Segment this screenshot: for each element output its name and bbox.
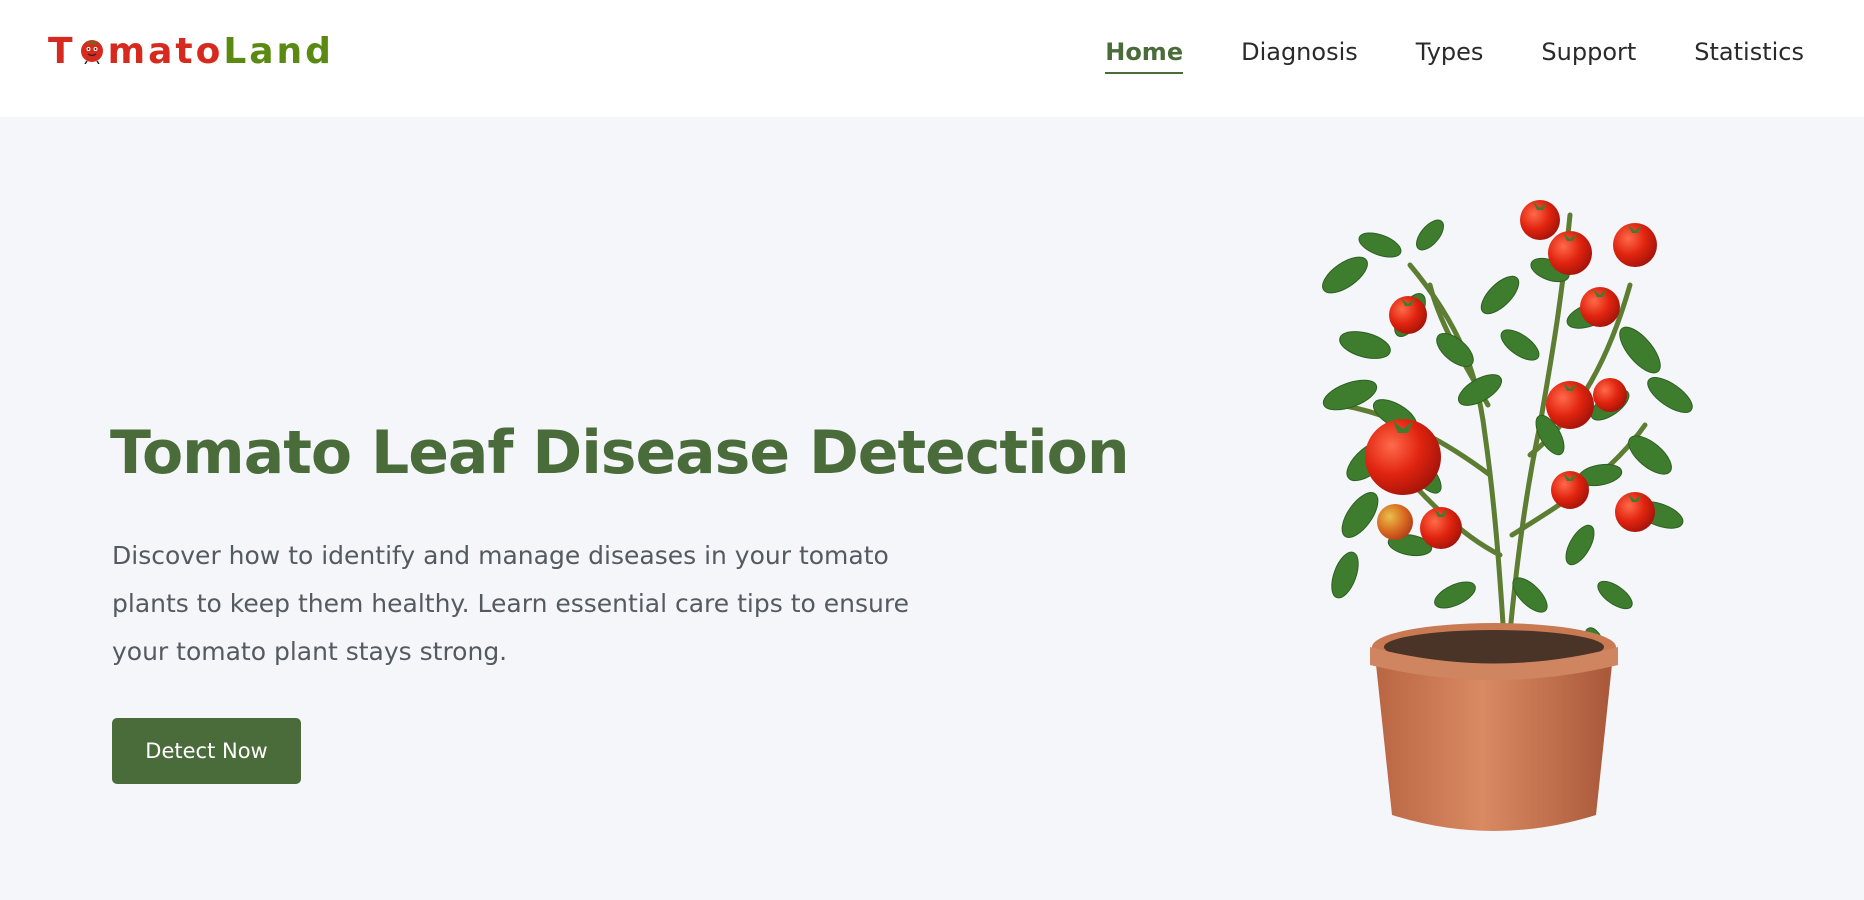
logo-text-end: Land [223, 30, 334, 72]
site-header: T mato Land Home Diagnosis Types Support… [0, 0, 1864, 117]
main-nav: Home Diagnosis Types Support Statistics [1105, 38, 1804, 74]
nav-types[interactable]: Types [1416, 38, 1484, 72]
nav-diagnosis[interactable]: Diagnosis [1241, 38, 1358, 72]
tomato-plant-illustration [1322, 200, 1693, 831]
logo-text-mid: mato [107, 30, 224, 72]
nav-home[interactable]: Home [1105, 38, 1183, 74]
hero-description: Discover how to identify and manage dise… [112, 541, 909, 666]
nav-statistics[interactable]: Statistics [1694, 38, 1804, 72]
hero-title: Tomato Leaf Disease Detection [110, 418, 1130, 488]
nav-support[interactable]: Support [1541, 38, 1636, 72]
tomato-mascot-icon [80, 40, 103, 64]
logo-text-start: T [48, 30, 76, 72]
site-logo[interactable]: T mato Land [48, 30, 334, 72]
detect-now-button[interactable]: Detect Now [112, 718, 301, 784]
